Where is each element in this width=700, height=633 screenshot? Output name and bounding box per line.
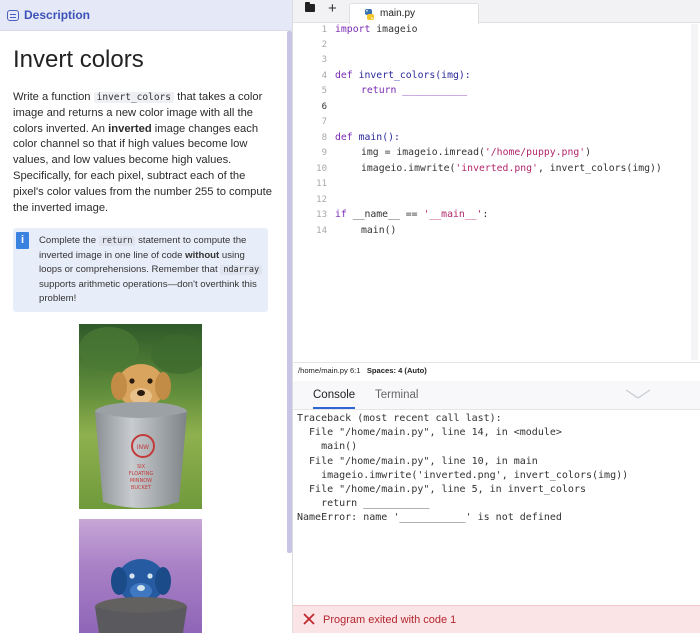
line-number: 3: [321, 55, 327, 65]
error-x-icon: [303, 613, 315, 625]
desc-text-1: Write a function: [13, 91, 94, 103]
tab-main-py[interactable]: main.py: [349, 3, 479, 24]
status-cursor-position: 6:1: [349, 366, 361, 375]
files-icon[interactable]: [305, 2, 315, 12]
note-bold-without: without: [185, 249, 220, 261]
line-number: 7: [321, 117, 327, 127]
code-token: main():: [352, 132, 400, 143]
code-token: imageio.imwrite(: [361, 163, 456, 174]
code-line-5: return ___________: [361, 85, 467, 96]
code-line-10: imageio.imwrite('inverted.png', invert_c…: [361, 163, 662, 174]
bucket-text-2: FLOATING: [129, 471, 154, 477]
python-icon: [365, 9, 374, 20]
description-panel: Description Invert colors Write a functi…: [0, 0, 292, 633]
desc-text-3: image changes each color channel so that…: [13, 122, 272, 214]
tab-main-py-label: main.py: [380, 8, 416, 19]
line-number: 1: [321, 25, 327, 35]
status-file-path: /home/main.py: [298, 366, 348, 375]
tab-terminal[interactable]: Terminal: [375, 389, 418, 401]
line-number-active: 6: [321, 102, 327, 112]
task-description: Write a function invert_colors that take…: [13, 90, 275, 216]
code-token: ): [585, 147, 592, 158]
code-line-13: if __name__ == '__main__':: [335, 209, 488, 220]
code-line-1: import imageio: [335, 24, 418, 35]
code-token: , invert_colors(img)): [537, 163, 662, 174]
code-token: __name__ ==: [346, 209, 424, 220]
bucket-logo-text: INW: [137, 444, 149, 451]
line-number: 9: [321, 148, 327, 158]
code-token: if: [335, 209, 347, 220]
exit-message: Program exited with code 1: [323, 614, 457, 626]
editor-status-bar: /home/main.py 6:1 Spaces: 4 (Auto): [293, 362, 700, 379]
note-text-4: supports arithmetic operations—don't ove…: [39, 278, 257, 305]
tab-console[interactable]: Console: [313, 389, 356, 409]
code-token-blank: ___________: [396, 85, 468, 96]
exit-status-bar: Program exited with code 1: [293, 605, 700, 633]
inline-code-return: return: [98, 236, 136, 246]
code-token: :: [482, 209, 489, 220]
console-output: Traceback (most recent call last): File …: [297, 413, 629, 524]
editor-tab-bar: + main.py: [293, 0, 700, 24]
puppy-original-illustration: INW SIX FLOATING MINNOW BUCKET: [79, 324, 202, 509]
code-token-string: '__main__': [423, 209, 483, 220]
line-number: 11: [316, 179, 327, 189]
puppy-inverted-illustration: [79, 519, 202, 633]
note-text-1: Complete the: [39, 235, 99, 246]
new-tab-icon[interactable]: +: [328, 0, 337, 17]
page-title: Invert colors: [13, 46, 144, 73]
inline-code-invert-colors: invert_colors: [93, 92, 174, 103]
info-callout: i Complete the return statement to compu…: [13, 228, 268, 312]
code-token: invert_colors(img):: [352, 70, 471, 81]
inline-code-ndarray: ndarray: [220, 265, 263, 276]
code-token: imageio: [370, 24, 418, 35]
line-number: 8: [321, 133, 327, 143]
bucket-text-3: MINNOW: [130, 478, 152, 484]
line-number: 2: [321, 40, 327, 50]
code-line-14: main(): [361, 225, 396, 236]
info-callout-text: Complete the return statement to compute…: [39, 234, 265, 307]
line-number: 5: [321, 86, 327, 96]
line-number: 12: [316, 195, 327, 205]
info-icon: i: [16, 232, 29, 249]
editor-scrollbar[interactable]: [691, 24, 698, 360]
puppy-original-image: INW SIX FLOATING MINNOW BUCKET: [79, 324, 202, 509]
description-tab[interactable]: Description: [0, 0, 292, 31]
bucket-text-1: SIX: [137, 464, 146, 470]
code-line-8: def main():: [335, 132, 400, 143]
workspace-panel: + main.py 1 2 3 4 5 6 7 8 9 10 11 12 13 …: [292, 0, 700, 633]
code-token: def: [335, 132, 353, 143]
line-number: 10: [316, 164, 327, 174]
code-token-string: 'inverted.png': [455, 163, 538, 174]
code-editor[interactable]: 1 2 3 4 5 6 7 8 9 10 11 12 13 14 import …: [293, 24, 700, 360]
code-token: return: [361, 85, 397, 96]
desc-bold-inverted: inverted: [108, 122, 152, 135]
status-indentation[interactable]: Spaces: 4 (Auto): [367, 366, 427, 375]
code-token-string: '/home/puppy.png': [484, 147, 586, 158]
line-number: 14: [316, 226, 327, 236]
code-token: main(): [361, 225, 397, 236]
bucket-text-4: BUCKET: [131, 485, 152, 491]
description-icon: [7, 9, 19, 21]
line-number: 4: [321, 71, 327, 81]
console-tab-bar: Console Terminal: [293, 381, 700, 410]
line-number: 13: [316, 210, 327, 220]
description-tab-label: Description: [24, 8, 91, 22]
code-line-4: def invert_colors(img):: [335, 70, 471, 81]
code-token: def: [335, 70, 353, 81]
code-token: img = imageio.imread(: [361, 147, 485, 158]
puppy-inverted-image: [79, 519, 202, 633]
code-line-9: img = imageio.imread('/home/puppy.png'): [361, 147, 591, 158]
code-token: import: [335, 24, 371, 35]
chevron-down-icon[interactable]: [625, 389, 651, 399]
